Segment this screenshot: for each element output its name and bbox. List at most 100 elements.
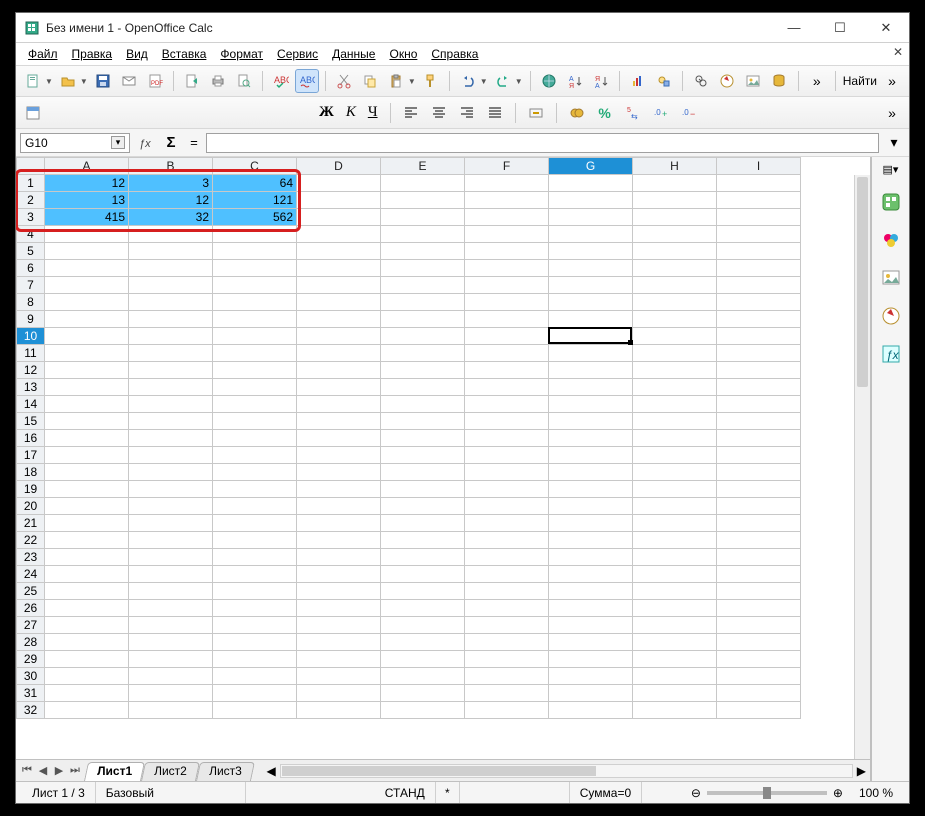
cell-D17[interactable] [297,447,381,464]
cell-F31[interactable] [465,685,549,702]
cell-E12[interactable] [381,362,465,379]
col-header-G[interactable]: G [549,158,633,175]
row-header-1[interactable]: 1 [17,175,45,192]
cell-D21[interactable] [297,515,381,532]
cell-E13[interactable] [381,379,465,396]
cell-F16[interactable] [465,430,549,447]
cell-D31[interactable] [297,685,381,702]
cell-C28[interactable] [213,634,297,651]
cell-F15[interactable] [465,413,549,430]
cell-A26[interactable] [45,600,129,617]
cell-E17[interactable] [381,447,465,464]
cell-B27[interactable] [129,617,213,634]
cell-E11[interactable] [381,345,465,362]
row-header-21[interactable]: 21 [17,515,45,532]
cell-G15[interactable] [549,413,633,430]
cell-E2[interactable] [381,192,465,209]
menu-data[interactable]: Данные [326,45,381,63]
cell-A1[interactable]: 12 [45,175,129,192]
sum-icon[interactable]: Σ [160,132,182,154]
cell-I12[interactable] [717,362,801,379]
cell-I28[interactable] [717,634,801,651]
cell-B15[interactable] [129,413,213,430]
cell-I5[interactable] [717,243,801,260]
cellref-dropdown-icon[interactable]: ▾ [111,136,125,149]
tab-first-icon[interactable]: ⏮ [20,764,34,777]
row-header-6[interactable]: 6 [17,260,45,277]
styles-icon[interactable] [879,228,903,252]
cell-D8[interactable] [297,294,381,311]
cell-H32[interactable] [633,702,717,719]
cell-F8[interactable] [465,294,549,311]
col-header-E[interactable]: E [381,158,465,175]
cell-F4[interactable] [465,226,549,243]
cell-F12[interactable] [465,362,549,379]
cell-C29[interactable] [213,651,297,668]
cell-I20[interactable] [717,498,801,515]
cell-A17[interactable] [45,447,129,464]
cell-F2[interactable] [465,192,549,209]
cell-F30[interactable] [465,668,549,685]
zoom-in-icon[interactable]: ⊕ [833,786,843,800]
cell-C22[interactable] [213,532,297,549]
cell-C27[interactable] [213,617,297,634]
cell-A27[interactable] [45,617,129,634]
functions-icon[interactable]: ƒx [879,342,903,366]
currency-icon[interactable] [566,102,588,124]
cell-C20[interactable] [213,498,297,515]
cell-G25[interactable] [549,583,633,600]
italic-button[interactable]: К [343,104,359,121]
cell-E30[interactable] [381,668,465,685]
cell-I31[interactable] [717,685,801,702]
cell-H6[interactable] [633,260,717,277]
cut-icon[interactable] [333,70,355,92]
cell-A16[interactable] [45,430,129,447]
cell-D2[interactable] [297,192,381,209]
cell-F28[interactable] [465,634,549,651]
row-header-27[interactable]: 27 [17,617,45,634]
col-header-B[interactable]: B [129,158,213,175]
del-decimal-icon[interactable]: .0− [678,102,700,124]
cell-F29[interactable] [465,651,549,668]
cell-D13[interactable] [297,379,381,396]
cell-H17[interactable] [633,447,717,464]
row-header-15[interactable]: 15 [17,413,45,430]
close-button[interactable]: ✕ [863,13,909,42]
cell-G27[interactable] [549,617,633,634]
cell-E1[interactable] [381,175,465,192]
cell-D4[interactable] [297,226,381,243]
vertical-scrollbar[interactable] [854,175,870,759]
format-overflow-icon[interactable]: » [881,102,903,124]
cell-A5[interactable] [45,243,129,260]
cell-D5[interactable] [297,243,381,260]
cell-D3[interactable] [297,209,381,226]
cell-C19[interactable] [213,481,297,498]
cell-E16[interactable] [381,430,465,447]
cell-H24[interactable] [633,566,717,583]
cell-E32[interactable] [381,702,465,719]
sort-asc-icon[interactable]: АЯ [564,70,586,92]
cell-E3[interactable] [381,209,465,226]
cell-A3[interactable]: 415 [45,209,129,226]
cell-I26[interactable] [717,600,801,617]
clone-format-icon[interactable] [420,70,442,92]
row-header-25[interactable]: 25 [17,583,45,600]
cell-B24[interactable] [129,566,213,583]
cell-B11[interactable] [129,345,213,362]
menu-edit[interactable]: Правка [66,45,119,63]
cell-C14[interactable] [213,396,297,413]
cell-B21[interactable] [129,515,213,532]
col-header-H[interactable]: H [633,158,717,175]
cell-D7[interactable] [297,277,381,294]
sheet-tab-1[interactable]: Лист1 [84,762,145,781]
cell-B20[interactable] [129,498,213,515]
cell-B12[interactable] [129,362,213,379]
cell-C16[interactable] [213,430,297,447]
merge-cells-icon[interactable] [525,102,547,124]
row-header-17[interactable]: 17 [17,447,45,464]
cell-B5[interactable] [129,243,213,260]
cell-G1[interactable] [549,175,633,192]
cell-D23[interactable] [297,549,381,566]
cell-F10[interactable] [465,328,549,345]
cell-B2[interactable]: 12 [129,192,213,209]
